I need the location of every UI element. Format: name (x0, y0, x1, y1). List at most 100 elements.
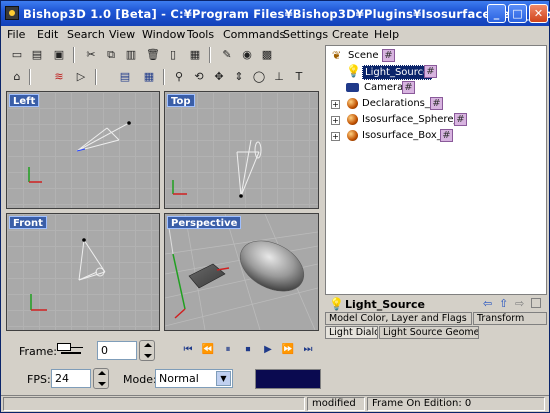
layers-icon[interactable]: ≋ (51, 69, 67, 85)
toolbar-main: ▭ ▤ ▣ ✂ ⧉ ▥ 🗑 ▯ ▦ ✎ ◉ ▩ (3, 45, 323, 65)
tag-icon[interactable]: # (454, 113, 467, 126)
menu-commands[interactable]: Commands (223, 28, 285, 41)
pause-icon[interactable]: ⏸ (219, 341, 237, 359)
expand-icon[interactable]: + (331, 132, 340, 141)
home-icon[interactable]: ⌂ (9, 69, 25, 85)
play-icon[interactable]: ▶ (259, 341, 277, 359)
cut-icon[interactable]: ✂ (83, 47, 99, 63)
properties-title: Light_Source (345, 298, 425, 311)
left-view-scene (28, 121, 131, 183)
expand-icon[interactable]: + (331, 100, 340, 109)
new-file-icon[interactable]: ▭ (9, 47, 25, 63)
viewport-left[interactable]: Left (6, 91, 160, 209)
pan-icon[interactable]: ✥ (211, 69, 227, 85)
tab-light-dialog[interactable]: Light Dialog (325, 326, 378, 339)
mode-select[interactable]: Normal ▼ (155, 369, 233, 388)
tab-transform[interactable]: Transform (473, 312, 547, 325)
app-logo-icon (5, 6, 19, 20)
menu-help[interactable]: Help (374, 28, 399, 41)
chevron-down-icon[interactable]: ▼ (216, 371, 231, 386)
minimize-button[interactable]: _ (487, 4, 506, 23)
last-frame-icon[interactable]: ⏭ (299, 341, 317, 359)
menu-settings[interactable]: Settings (283, 28, 328, 41)
lightbulb-icon: 💡 (329, 297, 344, 311)
tree-item-camera[interactable]: Camera # (344, 80, 544, 96)
title-bar[interactable]: Bishop3D 1.0 [Beta] - C:¥Program Files¥B… (1, 1, 550, 26)
tab-light-source-geometry[interactable]: Light Source Geometry (379, 326, 479, 339)
first-frame-icon[interactable]: ⏮ (179, 341, 197, 359)
duplicate-icon[interactable]: ▦ (187, 47, 203, 63)
tree-item-isosurface-box[interactable]: + Isosurface_Box_ # (330, 128, 540, 144)
menu-tools[interactable]: Tools (187, 28, 214, 41)
tag-icon[interactable]: # (402, 81, 415, 94)
edit-object-icon[interactable]: ▷ (73, 69, 89, 85)
zoom-icon[interactable]: ⚲ (171, 69, 187, 85)
film-icon[interactable]: ▩ (259, 47, 275, 63)
prev-frame-icon[interactable]: ⏪ (199, 341, 217, 359)
tag-icon[interactable]: # (430, 97, 443, 110)
sphere-icon (347, 114, 358, 125)
front-view-scene (30, 238, 106, 311)
paste-icon[interactable]: ▥ (123, 47, 139, 63)
viewport-label-left: Left (9, 94, 40, 107)
menu-view[interactable]: View (109, 28, 135, 41)
up-arrow-icon[interactable]: ⇧ (499, 297, 508, 310)
single-view-icon[interactable]: ▤ (117, 69, 133, 85)
viewport-top[interactable]: Top (164, 91, 319, 209)
rotate-view-icon[interactable]: ⟲ (191, 69, 207, 85)
copy-icon[interactable]: ⧉ (103, 47, 119, 63)
tag-icon[interactable]: # (382, 49, 395, 62)
fps-input[interactable]: 24 (51, 369, 91, 388)
tree-root[interactable]: ❦ Scene # (330, 48, 530, 64)
back-arrow-icon[interactable]: ⇦ (483, 297, 492, 310)
maximize-button[interactable]: □ (508, 4, 527, 23)
viewport-perspective[interactable]: Perspective (164, 213, 319, 331)
frame-input[interactable]: 0 (97, 341, 137, 360)
tag-icon[interactable]: # (424, 65, 437, 78)
tag-icon[interactable]: # (440, 129, 453, 142)
sphere-icon (347, 130, 358, 141)
top-view-scene (172, 139, 262, 198)
open-file-icon[interactable]: ▤ (29, 47, 45, 63)
close-button[interactable]: ✕ (529, 4, 548, 23)
tab-model-color[interactable]: Model Color, Layer and Flags (325, 312, 472, 325)
menu-create[interactable]: Create (332, 28, 369, 41)
rotate-icon[interactable]: ◯ (251, 69, 267, 85)
tree-item-isosurface-sphere[interactable]: + Isosurface_Sphere_ # (330, 112, 540, 128)
tree-item-light-source[interactable]: 💡 Light_Source # (344, 64, 544, 80)
properties-header: 💡 Light_Source ⇦ ⇧ ⇨ (325, 296, 547, 312)
quad-view-icon[interactable]: ▦ (141, 69, 157, 85)
next-frame-icon[interactable]: ⏩ (279, 341, 297, 359)
frame-stepper[interactable] (139, 340, 155, 361)
scene-icon: ❦ (332, 49, 342, 62)
edit-script-icon[interactable]: ✎ (219, 47, 235, 63)
camera-icon (346, 83, 359, 92)
menu-window[interactable]: Window (142, 28, 185, 41)
delete-icon[interactable]: 🗑 (145, 47, 161, 63)
frame-slider-icon[interactable] (57, 341, 83, 355)
viewport-label-perspective: Perspective (167, 216, 242, 229)
mode-label: Mode: (123, 373, 157, 386)
status-message (3, 397, 305, 411)
menu-edit[interactable]: Edit (37, 28, 58, 41)
tree-item-declarations[interactable]: + Declarations_ # (330, 96, 540, 112)
forward-arrow-icon[interactable]: ⇨ (515, 297, 524, 310)
stop-icon[interactable]: ⏹ (239, 341, 257, 359)
perspective-view-scene (165, 214, 318, 330)
scale-icon[interactable]: ⊥ (271, 69, 287, 85)
move-vertical-icon[interactable]: ⇕ (231, 69, 247, 85)
options-icon[interactable] (531, 298, 541, 308)
menu-search[interactable]: Search (67, 28, 105, 41)
lightbulb-icon: 💡 (346, 64, 361, 78)
render-icon[interactable]: ◉ (239, 47, 255, 63)
scene-tree[interactable]: ❦ Scene # 💡 Light_Source # Camera # + De… (325, 45, 547, 295)
menu-file[interactable]: File (7, 28, 25, 41)
text-tool-icon[interactable]: T (291, 69, 307, 85)
save-icon[interactable]: ▣ (51, 47, 67, 63)
document-icon[interactable]: ▯ (165, 47, 181, 63)
fps-stepper[interactable] (93, 368, 109, 389)
expand-icon[interactable]: + (331, 116, 340, 125)
window-title: Bishop3D 1.0 [Beta] - C:¥Program Files¥B… (23, 7, 550, 21)
viewport-front[interactable]: Front (6, 213, 160, 331)
fps-label: FPS: (27, 373, 51, 386)
